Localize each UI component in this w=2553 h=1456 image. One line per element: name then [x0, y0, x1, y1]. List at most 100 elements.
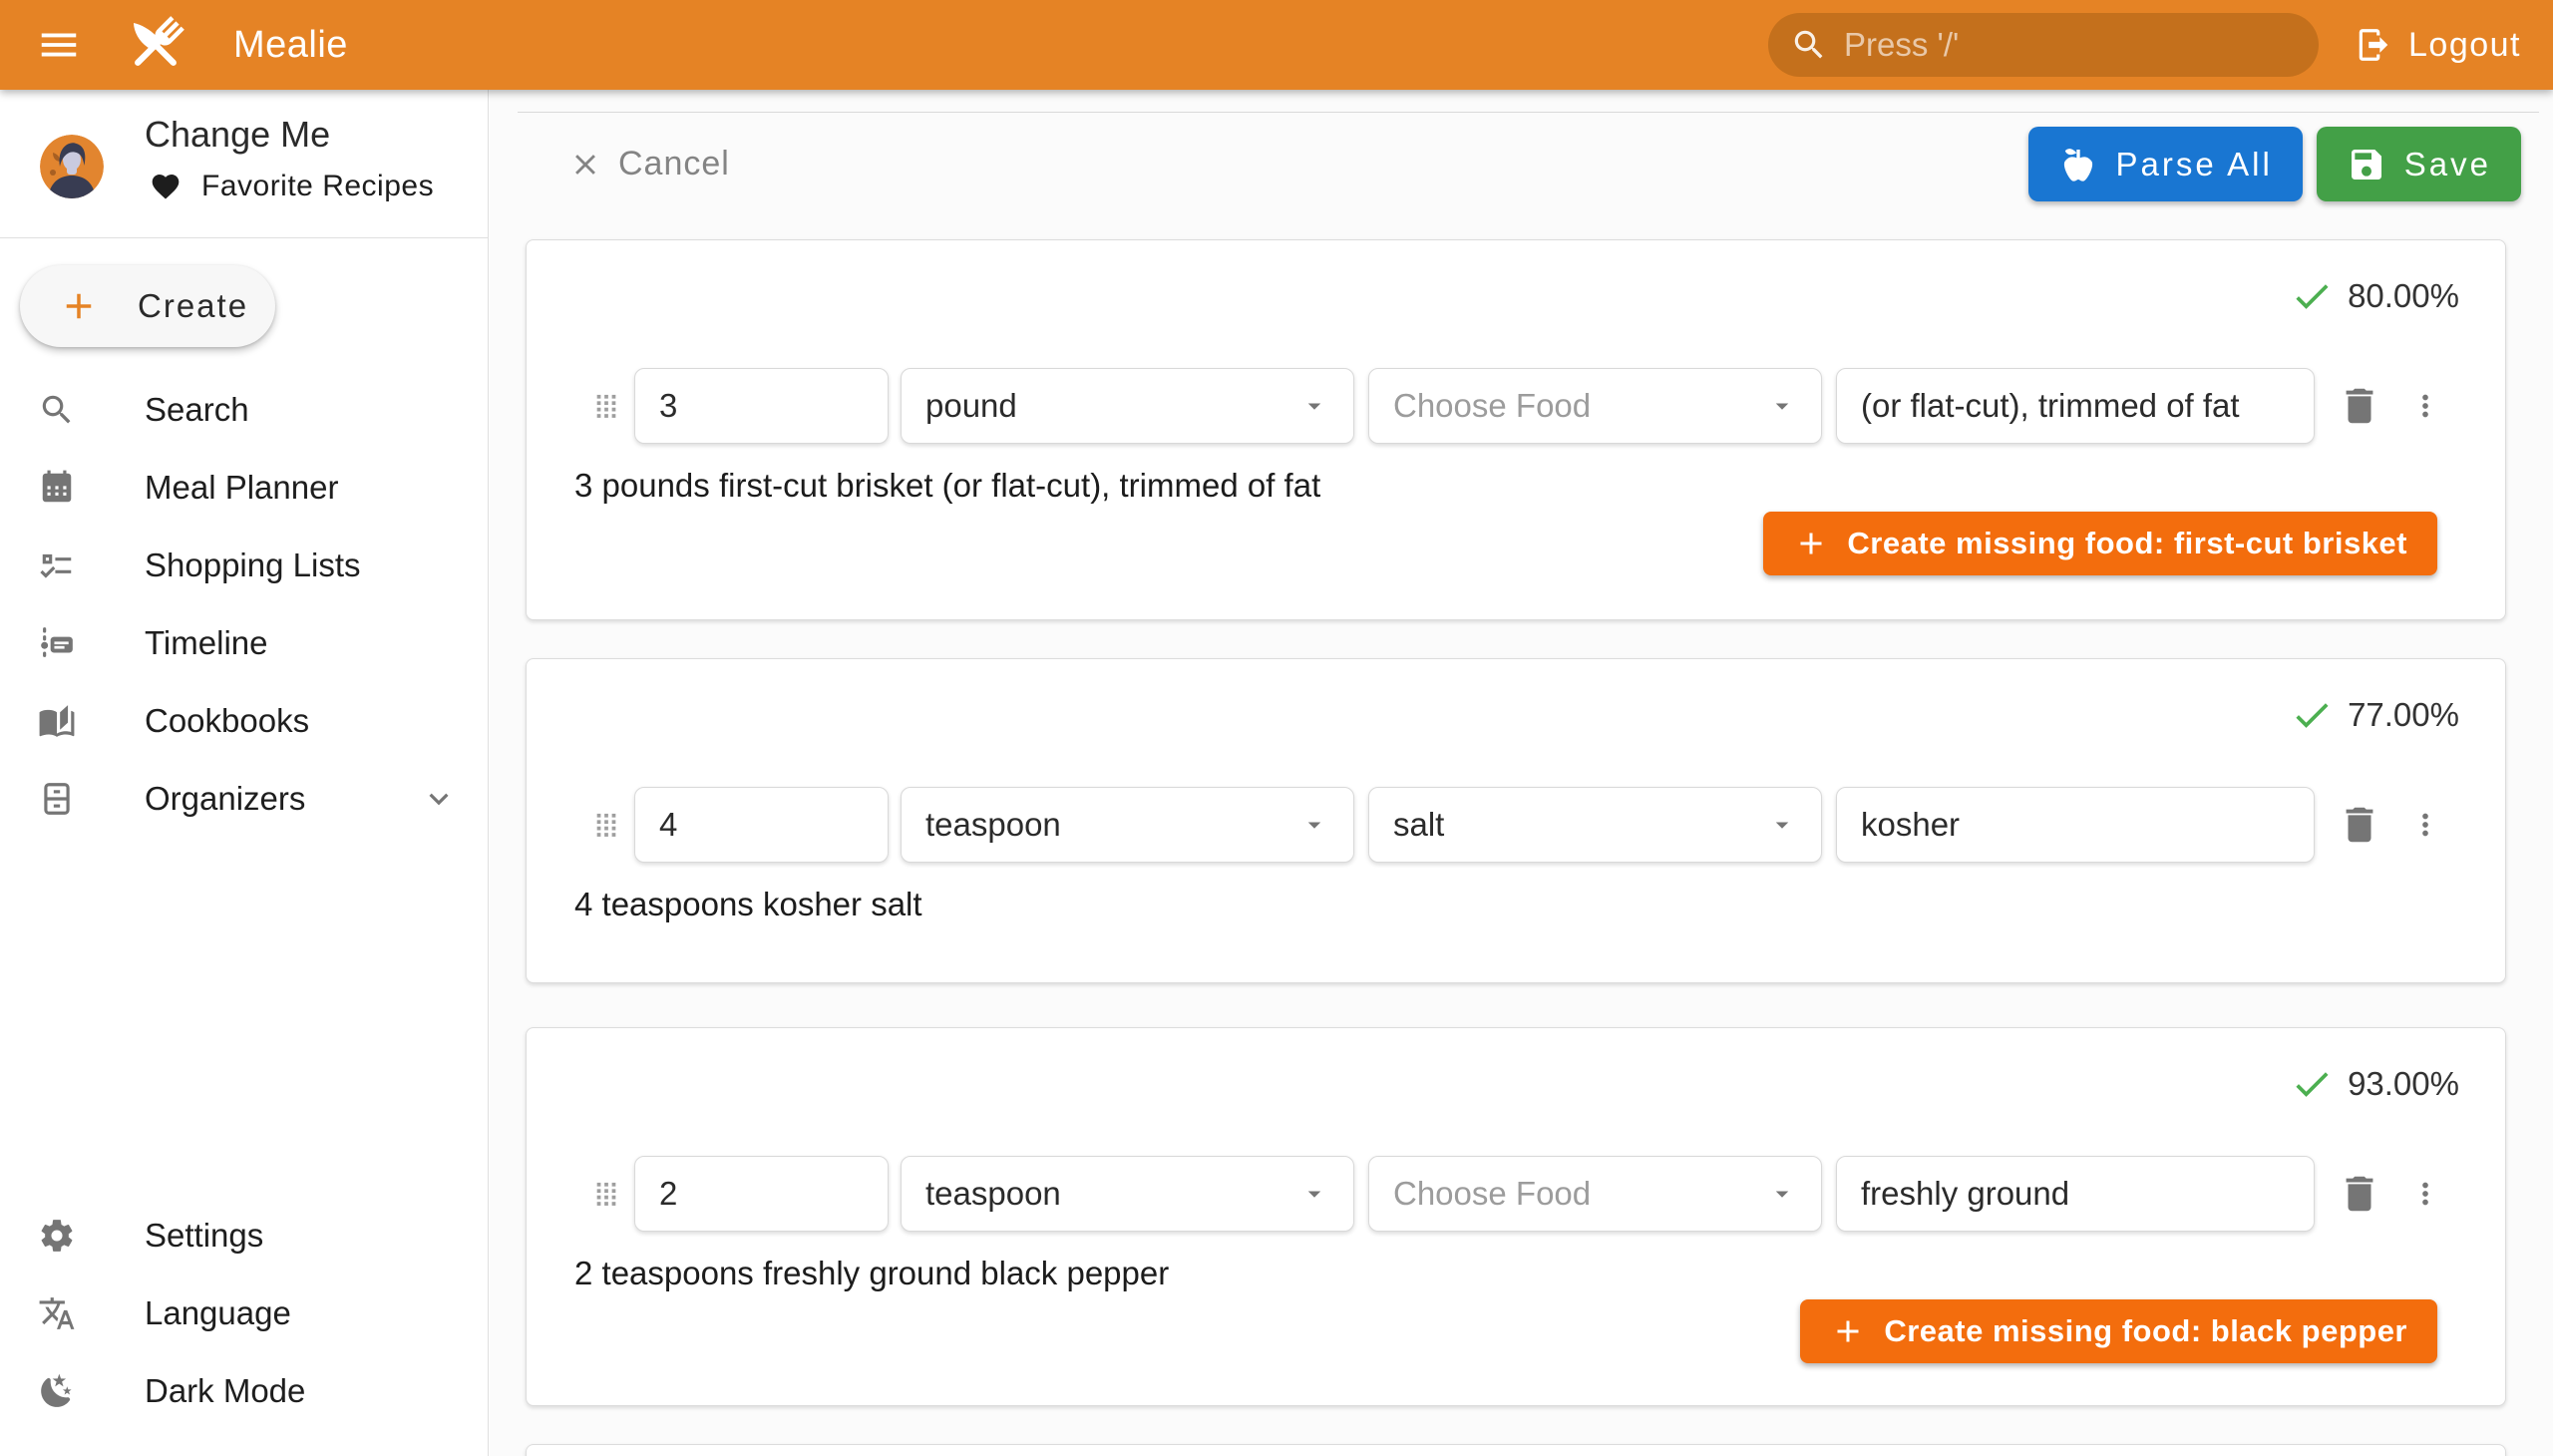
confidence-value: 77.00% — [2348, 696, 2459, 734]
mealie-logo-icon — [122, 11, 189, 79]
translate-icon — [38, 1294, 76, 1332]
ingredient-fields-row: teaspoon Choose Food — [527, 1156, 2505, 1232]
parser-toolbar: Cancel Parse All Save — [568, 127, 2521, 201]
calendar-icon — [38, 469, 76, 507]
ingredient-card: 80.00% pound Choose Food 3 pounds first-… — [526, 239, 2506, 620]
create-missing-food-button[interactable]: Create missing food: first-cut brisket — [1763, 512, 2437, 575]
content-divider — [518, 112, 2539, 113]
quantity-input[interactable] — [634, 1156, 889, 1232]
search-bar[interactable] — [1768, 13, 2319, 77]
more-options-button[interactable] — [2408, 808, 2442, 842]
delete-button[interactable] — [2337, 1171, 2382, 1217]
ingredient-card: 93.00% teaspoon Choose Food 2 teaspoons … — [526, 1027, 2506, 1406]
confidence-value: 80.00% — [2348, 277, 2459, 315]
unit-select[interactable]: pound — [901, 368, 1354, 444]
more-options-button[interactable] — [2408, 1177, 2442, 1211]
ingredient-card-partial — [526, 1444, 2506, 1456]
main-content: Cancel Parse All Save 80.00% pound — [490, 90, 2553, 1456]
sidebar-item-cookbooks[interactable]: Cookbooks — [0, 682, 488, 760]
trash-icon — [2337, 802, 2382, 848]
sidebar-item-dark-mode[interactable]: Dark Mode — [0, 1352, 488, 1430]
food-select[interactable]: Choose Food — [1368, 1156, 1822, 1232]
more-options-button[interactable] — [2408, 389, 2442, 423]
delete-button[interactable] — [2337, 383, 2382, 429]
confidence-row: 77.00% — [527, 659, 2505, 735]
sidebar: Change Me Favorite Recipes Create Search… — [0, 90, 489, 1456]
caret-down-icon — [1299, 810, 1329, 840]
sidebar-footer: Settings Language Dark Mode — [0, 1197, 488, 1430]
original-ingredient-text: 2 teaspoons freshly ground black pepper — [527, 1254, 2505, 1293]
plus-icon — [58, 285, 100, 327]
kebab-icon — [2408, 808, 2442, 842]
cancel-button[interactable]: Cancel — [568, 145, 730, 183]
sidebar-item-language[interactable]: Language — [0, 1274, 488, 1352]
sidebar-item-shopping-lists[interactable]: Shopping Lists — [0, 527, 488, 604]
caret-down-icon — [1767, 391, 1797, 421]
magnify-icon — [38, 391, 76, 429]
kebab-icon — [2408, 389, 2442, 423]
sidebar-item-search[interactable]: Search — [0, 371, 488, 449]
confidence-row: 93.00% — [527, 1028, 2505, 1104]
kebab-icon — [2408, 1177, 2442, 1211]
quantity-input[interactable] — [634, 787, 889, 863]
sidebar-item-settings[interactable]: Settings — [0, 1197, 488, 1274]
search-icon — [1790, 26, 1828, 64]
logout-button[interactable]: Logout — [2355, 26, 2521, 65]
create-missing-food-button[interactable]: Create missing food: black pepper — [1800, 1299, 2437, 1363]
save-icon — [2347, 145, 2386, 184]
drag-handle-icon[interactable] — [592, 806, 620, 844]
create-button[interactable]: Create — [20, 265, 275, 347]
drag-handle-icon[interactable] — [592, 387, 620, 425]
unit-select[interactable]: teaspoon — [901, 787, 1354, 863]
check-icon — [2290, 693, 2334, 737]
drag-handle-icon[interactable] — [592, 1175, 620, 1213]
user-section: Change Me Favorite Recipes — [0, 90, 488, 237]
parse-all-button[interactable]: Parse All — [2028, 127, 2303, 201]
delete-button[interactable] — [2337, 802, 2382, 848]
food-select[interactable]: Choose Food — [1368, 368, 1822, 444]
chevron-down-icon[interactable] — [420, 780, 458, 818]
note-input[interactable] — [1836, 787, 2315, 863]
trash-icon — [2337, 1171, 2382, 1217]
menu-icon[interactable] — [36, 22, 82, 68]
search-input[interactable] — [1844, 26, 2297, 64]
close-icon — [568, 148, 602, 182]
original-ingredient-text: 3 pounds first-cut brisket (or flat-cut)… — [527, 466, 2505, 506]
ingredient-cards: 80.00% pound Choose Food 3 pounds first-… — [526, 239, 2506, 1456]
gear-icon — [38, 1217, 76, 1255]
user-name: Change Me — [145, 114, 330, 156]
sidebar-nav: Search Meal Planner Shopping Lists Timel… — [0, 371, 488, 838]
avatar[interactable] — [40, 135, 104, 198]
original-ingredient-text: 4 teaspoons kosher salt — [527, 885, 2505, 924]
confidence-row: 80.00% — [527, 240, 2505, 316]
app-bar: Mealie Logout — [0, 0, 2553, 90]
plus-icon — [1830, 1313, 1866, 1349]
food-select[interactable]: salt — [1368, 787, 1822, 863]
check-icon — [2290, 274, 2334, 318]
moon-icon — [38, 1372, 76, 1410]
cabinet-icon — [38, 780, 76, 818]
timeline-icon — [38, 624, 76, 662]
caret-down-icon — [1767, 810, 1797, 840]
logout-icon — [2355, 26, 2392, 64]
sidebar-item-timeline[interactable]: Timeline — [0, 604, 488, 682]
ingredient-fields-row: pound Choose Food — [527, 368, 2505, 444]
ingredient-card: 77.00% teaspoon salt 4 teaspoons kosher … — [526, 658, 2506, 983]
unit-select[interactable]: teaspoon — [901, 1156, 1354, 1232]
heart-icon — [150, 171, 182, 202]
sidebar-divider — [0, 237, 488, 238]
trash-icon — [2337, 383, 2382, 429]
quantity-input[interactable] — [634, 368, 889, 444]
confidence-value: 93.00% — [2348, 1065, 2459, 1103]
note-input[interactable] — [1836, 1156, 2315, 1232]
sidebar-item-meal-planner[interactable]: Meal Planner — [0, 449, 488, 527]
check-icon — [2290, 1062, 2334, 1106]
checklist-icon — [38, 546, 76, 584]
plus-icon — [1793, 526, 1829, 561]
open-book-icon — [38, 702, 76, 740]
apple-icon — [2058, 145, 2098, 184]
note-input[interactable] — [1836, 368, 2315, 444]
favorite-recipes-link[interactable]: Favorite Recipes — [150, 170, 434, 203]
save-button[interactable]: Save — [2317, 127, 2521, 201]
sidebar-item-organizers[interactable]: Organizers — [0, 760, 488, 838]
